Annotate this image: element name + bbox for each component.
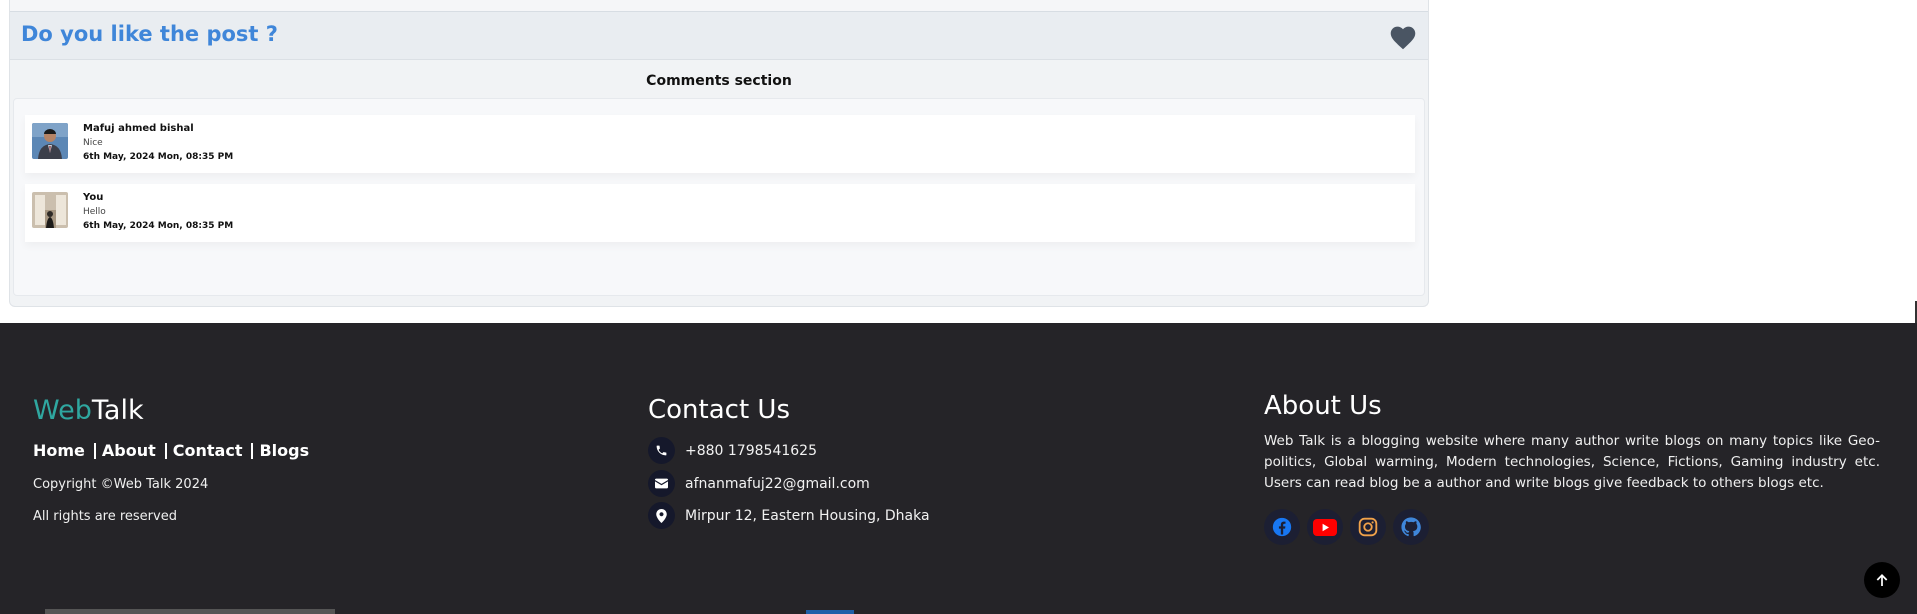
github-icon[interactable]	[1393, 509, 1429, 545]
youtube-icon[interactable]	[1307, 509, 1343, 545]
comment-author: You	[83, 192, 104, 203]
comment-timestamp: 6th May, 2024 Mon, 08:35 PM	[83, 152, 234, 162]
like-prompt: Do you like the post ?	[21, 22, 278, 46]
bottom-indicator	[806, 610, 854, 614]
nav-divider	[251, 442, 254, 459]
footer-nav: Home About Contact Blogs	[33, 441, 309, 460]
comments-list: Mafuj ahmed bishal Nice 6th May, 2024 Mo…	[13, 98, 1425, 296]
about-description: Web Talk is a blogging website where man…	[1264, 433, 1880, 491]
social-links	[1264, 509, 1436, 545]
post-card: Do you like the post ? Comments section …	[9, 0, 1429, 307]
contact-heading: Contact Us	[648, 395, 790, 425]
scroll-to-top-button[interactable]	[1864, 562, 1900, 598]
brand-talk: Talk	[91, 395, 144, 426]
avatar	[32, 192, 68, 228]
comment-item: Mafuj ahmed bishal Nice 6th May, 2024 Mo…	[25, 115, 1415, 173]
envelope-icon	[648, 470, 675, 497]
avatar	[32, 123, 68, 159]
comment-item: You Hello 6th May, 2024 Mon, 08:35 PM	[25, 184, 1415, 242]
contact-phone-text: +880 1798541625	[685, 442, 817, 459]
like-bar: Do you like the post ?	[10, 12, 1428, 60]
location-pin-icon	[648, 502, 675, 529]
contact-phone: +880 1798541625	[648, 437, 817, 464]
brand-web: Web	[33, 395, 92, 426]
about-heading: About Us	[1264, 391, 1382, 421]
nav-divider	[93, 442, 96, 459]
copyright-text: Copyright ©Web Talk 2024	[33, 477, 209, 492]
footer-link-home[interactable]: Home	[33, 441, 85, 460]
comment-text: Hello	[83, 207, 106, 217]
comment-author: Mafuj ahmed bishal	[83, 123, 194, 134]
post-content-edge	[10, 0, 1428, 12]
horizontal-scrollbar[interactable]	[45, 609, 335, 614]
footer-link-about[interactable]: About	[102, 441, 156, 460]
heart-icon[interactable]	[1388, 23, 1418, 50]
comments-section-title: Comments section	[646, 73, 792, 89]
comment-text: Nice	[83, 138, 103, 148]
footer-link-blogs[interactable]: Blogs	[259, 441, 309, 460]
footer-brand-logo[interactable]: WebTalk	[33, 395, 144, 426]
facebook-icon[interactable]	[1264, 509, 1300, 545]
contact-address-text: Mirpur 12, Eastern Housing, Dhaka	[685, 507, 930, 524]
contact-email: afnanmafuj22@gmail.com	[648, 470, 870, 497]
site-footer: WebTalk Home About Contact Blogs Copyrig…	[0, 301, 1917, 614]
phone-icon	[648, 437, 675, 464]
contact-address: Mirpur 12, Eastern Housing, Dhaka	[648, 502, 930, 529]
rights-text: All rights are reserved	[33, 509, 177, 524]
arrow-up-icon	[1876, 574, 1888, 586]
comment-timestamp: 6th May, 2024 Mon, 08:35 PM	[83, 221, 234, 231]
footer-link-contact[interactable]: Contact	[173, 441, 243, 460]
contact-email-text: afnanmafuj22@gmail.com	[685, 475, 870, 492]
instagram-icon[interactable]	[1350, 509, 1386, 545]
nav-divider	[164, 442, 167, 459]
